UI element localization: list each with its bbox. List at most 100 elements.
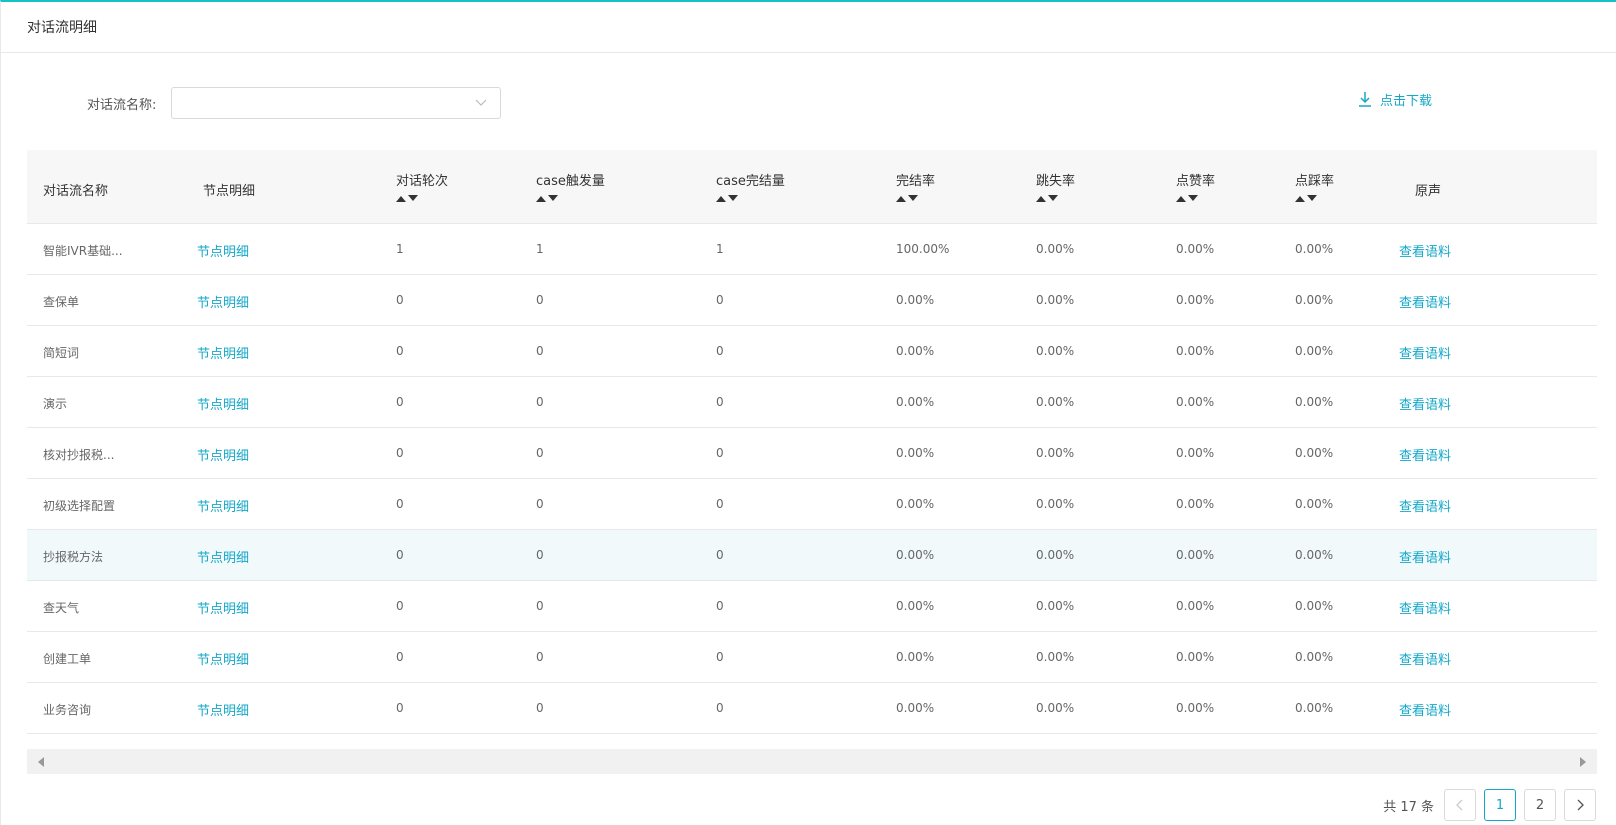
view-corpus-link[interactable]: 查看语料 bbox=[1399, 394, 1451, 413]
table-row: 简短词 节点明细 0 0 0 0.00% 0.00% 0.00% 0.00% 查… bbox=[27, 326, 1597, 377]
table-row: 查天气 节点明细 0 0 0 0.00% 0.00% 0.00% 0.00% 查… bbox=[27, 581, 1597, 632]
col-header-detail: 节点明细 bbox=[203, 184, 256, 199]
col-header-drop-rate[interactable]: 跳失率 bbox=[1036, 170, 1075, 203]
cell-complete-rate: 0.00% bbox=[896, 293, 935, 307]
cell-turns: 0 bbox=[396, 548, 404, 562]
view-corpus-link[interactable]: 查看语料 bbox=[1399, 598, 1451, 617]
col-header-like-rate[interactable]: 点赞率 bbox=[1176, 170, 1215, 203]
view-corpus-link[interactable]: 查看语料 bbox=[1399, 241, 1451, 260]
sort-icon[interactable] bbox=[716, 195, 785, 203]
cell-dislike-rate: 0.00% bbox=[1295, 701, 1334, 715]
col-header-complete[interactable]: case完结量 bbox=[716, 170, 785, 203]
cell-complete-rate: 0.00% bbox=[896, 395, 935, 409]
cell-complete-rate: 0.00% bbox=[896, 497, 935, 511]
col-header-trigger[interactable]: case触发量 bbox=[536, 170, 605, 203]
cell-trigger: 0 bbox=[536, 293, 544, 307]
cell-like-rate: 0.00% bbox=[1176, 344, 1215, 358]
sort-icon[interactable] bbox=[1036, 195, 1075, 203]
cell-turns: 0 bbox=[396, 497, 404, 511]
view-corpus-link[interactable]: 查看语料 bbox=[1399, 496, 1451, 515]
cell-complete: 0 bbox=[716, 701, 724, 715]
cell-trigger: 0 bbox=[536, 446, 544, 460]
view-corpus-link[interactable]: 查看语料 bbox=[1399, 547, 1451, 566]
node-detail-link[interactable]: 节点明细 bbox=[197, 598, 249, 617]
view-corpus-link[interactable]: 查看语料 bbox=[1399, 649, 1451, 668]
cell-like-rate: 0.00% bbox=[1176, 446, 1215, 460]
horizontal-scrollbar[interactable] bbox=[27, 749, 1597, 774]
chevron-right-icon bbox=[1577, 799, 1584, 811]
cell-like-rate: 0.00% bbox=[1176, 293, 1215, 307]
flow-name-select[interactable] bbox=[171, 87, 501, 119]
sort-icon[interactable] bbox=[1176, 195, 1215, 203]
cell-drop-rate: 0.00% bbox=[1036, 344, 1075, 358]
view-corpus-link[interactable]: 查看语料 bbox=[1399, 700, 1451, 719]
cell-complete: 0 bbox=[716, 548, 724, 562]
filter-row: 对话流名称: 点击下载 bbox=[1, 87, 1616, 119]
cell-name: 创建工单 bbox=[43, 652, 92, 666]
cell-complete-rate: 100.00% bbox=[896, 242, 950, 256]
next-page-button[interactable] bbox=[1564, 789, 1596, 821]
node-detail-link[interactable]: 节点明细 bbox=[197, 394, 249, 413]
cell-dislike-rate: 0.00% bbox=[1295, 497, 1334, 511]
table-row: 核对抄报税... 节点明细 0 0 0 0.00% 0.00% 0.00% 0.… bbox=[27, 428, 1597, 479]
cell-complete: 0 bbox=[716, 599, 724, 613]
node-detail-link[interactable]: 节点明细 bbox=[197, 700, 249, 719]
cell-name: 初级选择配置 bbox=[43, 499, 116, 513]
cell-turns: 0 bbox=[396, 344, 404, 358]
chevron-left-icon bbox=[1456, 799, 1463, 811]
view-corpus-link[interactable]: 查看语料 bbox=[1399, 292, 1451, 311]
prev-page-button[interactable] bbox=[1444, 789, 1476, 821]
cell-trigger: 0 bbox=[536, 650, 544, 664]
cell-like-rate: 0.00% bbox=[1176, 650, 1215, 664]
cell-drop-rate: 0.00% bbox=[1036, 650, 1075, 664]
view-corpus-link[interactable]: 查看语料 bbox=[1399, 445, 1451, 464]
chevron-down-icon bbox=[475, 99, 487, 106]
cell-trigger: 0 bbox=[536, 395, 544, 409]
col-header-dislike-rate[interactable]: 点踩率 bbox=[1295, 170, 1334, 203]
node-detail-link[interactable]: 节点明细 bbox=[197, 241, 249, 260]
download-button[interactable]: 点击下载 bbox=[1358, 88, 1432, 110]
cell-trigger: 0 bbox=[536, 344, 544, 358]
cell-dislike-rate: 0.00% bbox=[1295, 548, 1334, 562]
page-button-1[interactable]: 1 bbox=[1484, 789, 1516, 821]
cell-turns: 0 bbox=[396, 599, 404, 613]
node-detail-link[interactable]: 节点明细 bbox=[197, 343, 249, 362]
col-header-complete-rate[interactable]: 完结率 bbox=[896, 170, 935, 203]
cell-complete: 0 bbox=[716, 293, 724, 307]
cell-dislike-rate: 0.00% bbox=[1295, 395, 1334, 409]
node-detail-link[interactable]: 节点明细 bbox=[197, 292, 249, 311]
cell-complete: 0 bbox=[716, 497, 724, 511]
table-row: 创建工单 节点明细 0 0 0 0.00% 0.00% 0.00% 0.00% … bbox=[27, 632, 1597, 683]
cell-name: 查保单 bbox=[43, 295, 80, 309]
sort-icon[interactable] bbox=[536, 195, 605, 203]
col-header-turns[interactable]: 对话轮次 bbox=[396, 170, 448, 203]
cell-complete-rate: 0.00% bbox=[896, 701, 935, 715]
cell-complete-rate: 0.00% bbox=[896, 599, 935, 613]
cell-name: 简短词 bbox=[43, 346, 80, 360]
scroll-left-icon[interactable] bbox=[37, 757, 45, 767]
col-header-name: 对话流名称 bbox=[43, 184, 109, 199]
cell-dislike-rate: 0.00% bbox=[1295, 650, 1334, 664]
cell-like-rate: 0.00% bbox=[1176, 701, 1215, 715]
cell-complete: 1 bbox=[716, 242, 724, 256]
node-detail-link[interactable]: 节点明细 bbox=[197, 547, 249, 566]
cell-drop-rate: 0.00% bbox=[1036, 293, 1075, 307]
node-detail-link[interactable]: 节点明细 bbox=[197, 445, 249, 464]
sort-icon[interactable] bbox=[896, 195, 935, 203]
cell-drop-rate: 0.00% bbox=[1036, 395, 1075, 409]
cell-like-rate: 0.00% bbox=[1176, 242, 1215, 256]
sort-icon[interactable] bbox=[1295, 195, 1334, 203]
page-button-2[interactable]: 2 bbox=[1524, 789, 1556, 821]
download-label: 点击下载 bbox=[1380, 93, 1433, 109]
table-row: 业务咨询 节点明细 0 0 0 0.00% 0.00% 0.00% 0.00% … bbox=[27, 683, 1597, 734]
view-corpus-link[interactable]: 查看语料 bbox=[1399, 343, 1451, 362]
node-detail-link[interactable]: 节点明细 bbox=[197, 649, 249, 668]
scroll-right-icon[interactable] bbox=[1579, 757, 1587, 767]
cell-drop-rate: 0.00% bbox=[1036, 446, 1075, 460]
node-detail-link[interactable]: 节点明细 bbox=[197, 496, 249, 515]
sort-icon[interactable] bbox=[396, 195, 448, 203]
table-header: 对话流名称 节点明细 对话轮次 case触发量 case完结量 完结率 跳失率 bbox=[27, 150, 1597, 224]
cell-turns: 0 bbox=[396, 446, 404, 460]
download-icon bbox=[1359, 92, 1371, 107]
cell-dislike-rate: 0.00% bbox=[1295, 446, 1334, 460]
